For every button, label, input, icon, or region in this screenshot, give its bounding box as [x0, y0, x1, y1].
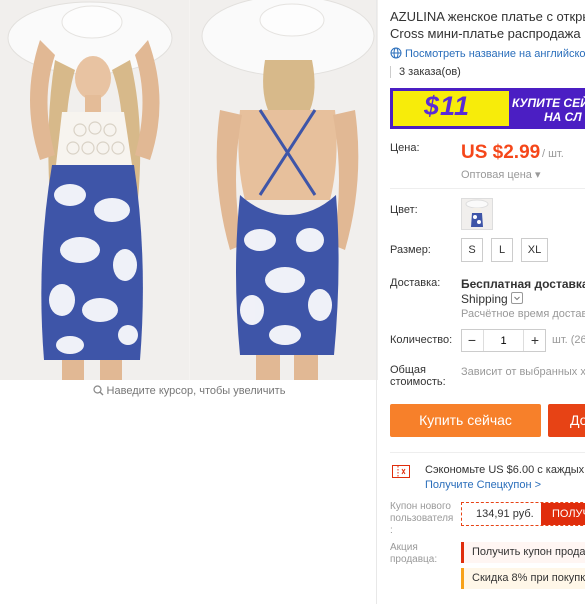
product-title-line2: Cross мини-платье распродажа [390, 26, 581, 41]
quantity-label: Количество: [390, 334, 453, 346]
shipping-method: Бесплатная доставка в R [461, 277, 585, 291]
caret-down-icon: ▾ [534, 169, 541, 181]
seller-promo-label-line1: Акция [390, 542, 418, 553]
new-user-coupon-label-line1: Купон нового [390, 501, 451, 512]
special-coupon-text: Сэкономьте US $6.00 с каждых US [425, 464, 585, 476]
column-divider [376, 0, 377, 604]
shipping-method-toggle[interactable]: Shipping [461, 292, 523, 306]
estimated-delivery: Расчётное время доставк [461, 308, 585, 320]
new-user-coupon-label-line3: : [390, 525, 393, 536]
promo-banner-cta-line2: НА СЛ [544, 110, 582, 124]
orders-count: 3 заказа(ов) [390, 66, 461, 78]
seller-promo-label-line2: продавца: [390, 554, 438, 565]
product-title: AZULINA женское платье с откры Cross мин… [390, 8, 585, 42]
new-user-coupon: 134,91 руб. ПОЛУЧ [461, 502, 585, 526]
product-gallery [0, 0, 378, 380]
price-label: Цена: [390, 142, 420, 154]
quantity-increase-button[interactable]: + [525, 330, 545, 351]
color-swatch[interactable] [461, 198, 493, 230]
total-label-line2: стоимость: [390, 376, 446, 388]
get-coupon-button[interactable]: ПОЛУЧ [541, 503, 585, 525]
translate-link-text: Посмотреть название на английско [405, 48, 585, 60]
special-coupon-promo: Сэкономьте US $6.00 с каждых US Получите… [390, 452, 585, 493]
quantity-stepper: − + [461, 329, 546, 352]
product-title-line1: AZULINA женское платье с откры [390, 9, 585, 24]
quantity-decrease-button[interactable]: − [462, 330, 482, 351]
section-divider [390, 188, 585, 189]
product-info-panel: AZULINA женское платье с откры Cross мин… [390, 0, 585, 604]
shipping-method-line2: Shipping [461, 292, 508, 306]
wholesale-price-label: Оптовая цена [461, 169, 532, 181]
seller-promo-label: Акция продавца: [390, 542, 437, 566]
product-photo-back[interactable] [190, 0, 378, 380]
special-coupon-link[interactable]: Получите Спецкупон > [425, 479, 541, 491]
size-option-s[interactable]: S [461, 238, 483, 262]
promo-banner-cta-line1: КУПИТЕ СЕЙ [512, 96, 585, 110]
size-label: Размер: [390, 244, 431, 256]
promo-banner-amount: $11 [424, 91, 471, 121]
total-value: Зависит от выбранных хар [461, 366, 585, 378]
seller-discount-item[interactable]: Скидка 8% при покупке [461, 568, 585, 589]
color-label: Цвет: [390, 204, 418, 216]
size-option-xl[interactable]: XL [521, 238, 548, 262]
chevron-down-icon [510, 292, 523, 304]
new-user-coupon-label: Купон нового пользователя : [390, 501, 453, 537]
price-value: US $2.99 [461, 142, 541, 163]
product-photo-front[interactable] [0, 0, 189, 380]
seller-coupon-item[interactable]: Получить купон прода [461, 542, 585, 563]
promo-banner[interactable]: $11 КУПИТЕ СЕЙ НА СЛ [390, 88, 585, 129]
total-label: Общая стоимость: [390, 364, 446, 388]
price-unit: / шт. [542, 148, 564, 160]
size-option-l[interactable]: L [491, 238, 513, 262]
new-user-coupon-label-line2: пользователя [390, 513, 454, 524]
translate-title-link[interactable]: Посмотреть название на английско [390, 47, 585, 60]
quantity-unit: шт. (26 [552, 334, 585, 346]
globe-icon [390, 47, 402, 59]
buy-now-button[interactable]: Купить сейчас [390, 404, 541, 437]
zoom-hint: Наведите курсор, чтобы увеличить [0, 385, 378, 399]
magnifier-icon [92, 385, 104, 399]
add-to-cart-button[interactable]: До [548, 404, 585, 437]
new-user-coupon-value: 134,91 руб. [476, 508, 534, 520]
coupon-icon [392, 465, 410, 478]
wholesale-price-toggle[interactable]: Оптовая цена ▾ [461, 168, 540, 181]
shipping-label: Доставка: [390, 277, 441, 289]
total-label-line1: Общая [390, 364, 426, 376]
zoom-hint-text: Наведите курсор, чтобы увеличить [106, 385, 286, 397]
quantity-input[interactable] [483, 330, 524, 351]
